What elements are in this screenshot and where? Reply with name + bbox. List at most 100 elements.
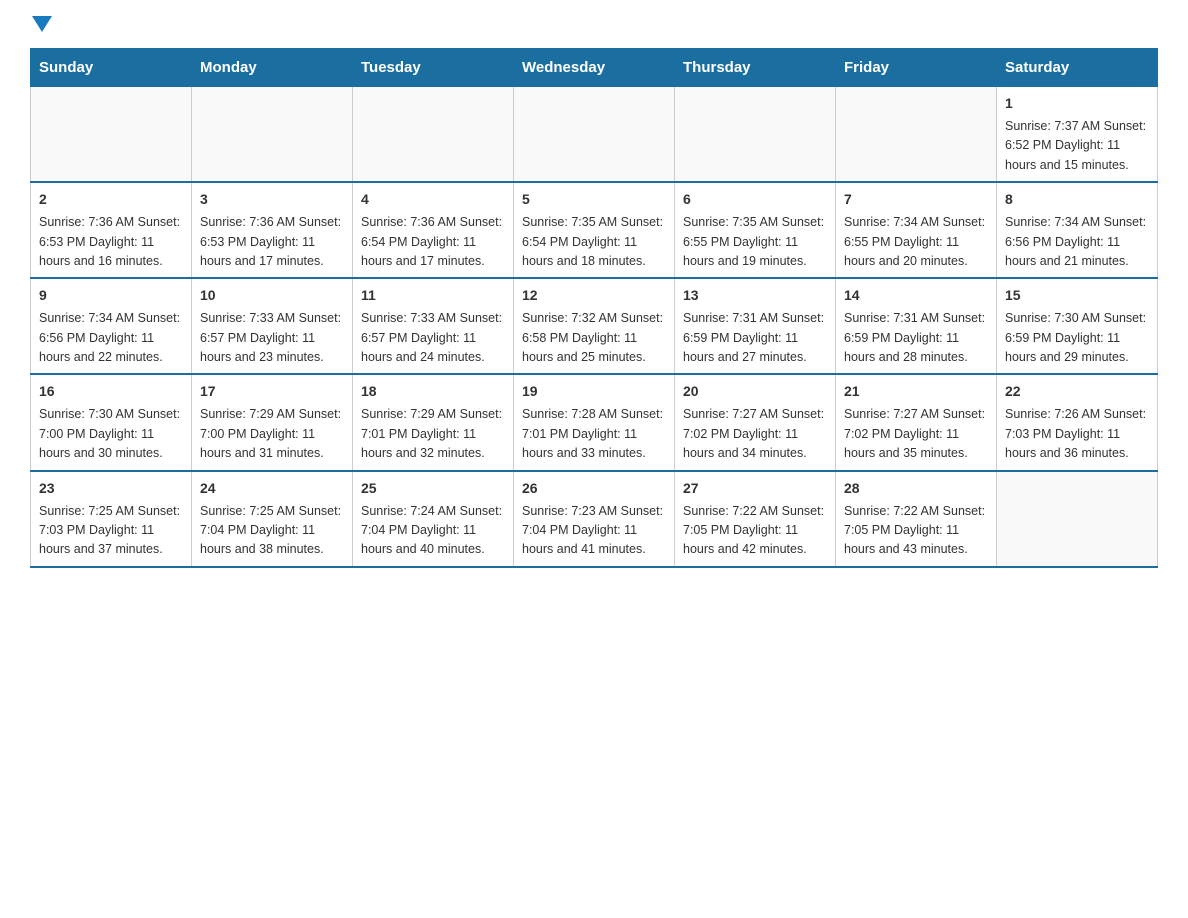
calendar-cell <box>31 87 192 183</box>
day-number: 22 <box>1005 381 1149 402</box>
calendar-cell: 1 Sunrise: 7:37 AM Sunset: 6:52 PM Daylig… <box>997 87 1158 183</box>
week-row-2: 9 Sunrise: 7:34 AM Sunset: 6:56 PM Daylig… <box>31 278 1158 374</box>
day-number: 4 <box>361 189 505 210</box>
day-number: 19 <box>522 381 666 402</box>
calendar-cell: 4 Sunrise: 7:36 AM Sunset: 6:54 PM Daylig… <box>353 182 514 278</box>
day-info: Sunrise: 7:27 AM Sunset: 7:02 PM Dayligh… <box>844 405 988 463</box>
day-number: 10 <box>200 285 344 306</box>
calendar-cell: 22 Sunrise: 7:26 AM Sunset: 7:03 PM Dayli… <box>997 374 1158 470</box>
day-info: Sunrise: 7:33 AM Sunset: 6:57 PM Dayligh… <box>361 309 505 367</box>
calendar-cell: 19Sunrise: 7:28 AM Sunset: 7:01 PM Dayli… <box>514 374 675 470</box>
day-number: 12 <box>522 285 666 306</box>
day-info: Sunrise: 7:34 AM Sunset: 6:56 PM Dayligh… <box>1005 213 1149 271</box>
day-info: Sunrise: 7:36 AM Sunset: 6:54 PM Dayligh… <box>361 213 505 271</box>
calendar-cell: 12 Sunrise: 7:32 AM Sunset: 6:58 PM Dayli… <box>514 278 675 374</box>
logo <box>30 20 58 28</box>
day-number: 9 <box>39 285 183 306</box>
day-number: 24 <box>200 478 344 499</box>
day-info: Sunrise: 7:35 AM Sunset: 6:55 PM Dayligh… <box>683 213 827 271</box>
day-number: 16 <box>39 381 183 402</box>
day-header-thursday: Thursday <box>675 49 836 87</box>
day-number: 15 <box>1005 285 1149 306</box>
day-info: Sunrise: 7:36 AM Sunset: 6:53 PM Dayligh… <box>200 213 344 271</box>
calendar-cell: 5 Sunrise: 7:35 AM Sunset: 6:54 PM Daylig… <box>514 182 675 278</box>
day-info: Sunrise: 7:31 AM Sunset: 6:59 PM Dayligh… <box>844 309 988 367</box>
calendar-cell <box>192 87 353 183</box>
calendar-cell: 7 Sunrise: 7:34 AM Sunset: 6:55 PM Daylig… <box>836 182 997 278</box>
day-number: 7 <box>844 189 988 210</box>
calendar-cell: 13 Sunrise: 7:31 AM Sunset: 6:59 PM Dayli… <box>675 278 836 374</box>
day-info: Sunrise: 7:26 AM Sunset: 7:03 PM Dayligh… <box>1005 405 1149 463</box>
calendar-cell: 20 Sunrise: 7:27 AM Sunset: 7:02 PM Dayli… <box>675 374 836 470</box>
calendar-cell: 17 Sunrise: 7:29 AM Sunset: 7:00 PM Dayli… <box>192 374 353 470</box>
day-info: Sunrise: 7:30 AM Sunset: 6:59 PM Dayligh… <box>1005 309 1149 367</box>
logo-triangle-icon <box>32 16 52 32</box>
day-header-wednesday: Wednesday <box>514 49 675 87</box>
calendar-cell <box>997 471 1158 567</box>
day-info: Sunrise: 7:30 AM Sunset: 7:00 PM Dayligh… <box>39 405 183 463</box>
day-number: 13 <box>683 285 827 306</box>
day-info: Sunrise: 7:29 AM Sunset: 7:01 PM Dayligh… <box>361 405 505 463</box>
day-info: Sunrise: 7:31 AM Sunset: 6:59 PM Dayligh… <box>683 309 827 367</box>
day-number: 20 <box>683 381 827 402</box>
day-info: Sunrise: 7:34 AM Sunset: 6:55 PM Dayligh… <box>844 213 988 271</box>
day-info: Sunrise: 7:29 AM Sunset: 7:00 PM Dayligh… <box>200 405 344 463</box>
day-header-sunday: Sunday <box>31 49 192 87</box>
day-number: 6 <box>683 189 827 210</box>
calendar-cell: 27 Sunrise: 7:22 AM Sunset: 7:05 PM Dayli… <box>675 471 836 567</box>
day-number: 18 <box>361 381 505 402</box>
calendar-cell: 10 Sunrise: 7:33 AM Sunset: 6:57 PM Dayli… <box>192 278 353 374</box>
calendar-cell: 6 Sunrise: 7:35 AM Sunset: 6:55 PM Daylig… <box>675 182 836 278</box>
day-number: 1 <box>1005 93 1149 114</box>
day-info: Sunrise: 7:34 AM Sunset: 6:56 PM Dayligh… <box>39 309 183 367</box>
day-info: Sunrise: 7:32 AM Sunset: 6:58 PM Dayligh… <box>522 309 666 367</box>
calendar-cell: 18 Sunrise: 7:29 AM Sunset: 7:01 PM Dayli… <box>353 374 514 470</box>
calendar-cell: 9 Sunrise: 7:34 AM Sunset: 6:56 PM Daylig… <box>31 278 192 374</box>
day-number: 5 <box>522 189 666 210</box>
day-header-saturday: Saturday <box>997 49 1158 87</box>
day-number: 23 <box>39 478 183 499</box>
day-number: 2 <box>39 189 183 210</box>
calendar-cell <box>514 87 675 183</box>
day-number: 14 <box>844 285 988 306</box>
day-number: 25 <box>361 478 505 499</box>
day-info: Sunrise: 7:25 AM Sunset: 7:04 PM Dayligh… <box>200 502 344 560</box>
day-info: Sunrise: 7:37 AM Sunset: 6:52 PM Dayligh… <box>1005 117 1149 175</box>
day-info: Sunrise: 7:36 AM Sunset: 6:53 PM Dayligh… <box>39 213 183 271</box>
calendar-header: SundayMondayTuesdayWednesdayThursdayFrid… <box>31 49 1158 87</box>
week-row-0: 1 Sunrise: 7:37 AM Sunset: 6:52 PM Daylig… <box>31 87 1158 183</box>
calendar-cell: 26 Sunrise: 7:23 AM Sunset: 7:04 PM Dayli… <box>514 471 675 567</box>
calendar-body: 1 Sunrise: 7:37 AM Sunset: 6:52 PM Daylig… <box>31 87 1158 567</box>
calendar-cell: 16 Sunrise: 7:30 AM Sunset: 7:00 PM Dayli… <box>31 374 192 470</box>
day-number: 17 <box>200 381 344 402</box>
day-info: Sunrise: 7:23 AM Sunset: 7:04 PM Dayligh… <box>522 502 666 560</box>
day-info: Sunrise: 7:25 AM Sunset: 7:03 PM Dayligh… <box>39 502 183 560</box>
day-header-tuesday: Tuesday <box>353 49 514 87</box>
day-info: Sunrise: 7:22 AM Sunset: 7:05 PM Dayligh… <box>844 502 988 560</box>
calendar-cell: 3Sunrise: 7:36 AM Sunset: 6:53 PM Daylig… <box>192 182 353 278</box>
day-number: 11 <box>361 285 505 306</box>
calendar-cell: 23 Sunrise: 7:25 AM Sunset: 7:03 PM Dayli… <box>31 471 192 567</box>
calendar-cell: 25 Sunrise: 7:24 AM Sunset: 7:04 PM Dayli… <box>353 471 514 567</box>
day-number: 27 <box>683 478 827 499</box>
week-row-3: 16 Sunrise: 7:30 AM Sunset: 7:00 PM Dayli… <box>31 374 1158 470</box>
calendar-cell: 24 Sunrise: 7:25 AM Sunset: 7:04 PM Dayli… <box>192 471 353 567</box>
calendar-cell <box>353 87 514 183</box>
day-info: Sunrise: 7:24 AM Sunset: 7:04 PM Dayligh… <box>361 502 505 560</box>
day-info: Sunrise: 7:33 AM Sunset: 6:57 PM Dayligh… <box>200 309 344 367</box>
day-info: Sunrise: 7:22 AM Sunset: 7:05 PM Dayligh… <box>683 502 827 560</box>
calendar-cell: 2 Sunrise: 7:36 AM Sunset: 6:53 PM Daylig… <box>31 182 192 278</box>
calendar-cell: 11 Sunrise: 7:33 AM Sunset: 6:57 PM Dayli… <box>353 278 514 374</box>
calendar-cell <box>675 87 836 183</box>
calendar-cell: 28Sunrise: 7:22 AM Sunset: 7:05 PM Dayli… <box>836 471 997 567</box>
day-header-monday: Monday <box>192 49 353 87</box>
calendar-cell <box>836 87 997 183</box>
day-number: 8 <box>1005 189 1149 210</box>
calendar-cell: 14 Sunrise: 7:31 AM Sunset: 6:59 PM Dayli… <box>836 278 997 374</box>
day-number: 26 <box>522 478 666 499</box>
day-info: Sunrise: 7:27 AM Sunset: 7:02 PM Dayligh… <box>683 405 827 463</box>
calendar-table: SundayMondayTuesdayWednesdayThursdayFrid… <box>30 48 1158 568</box>
week-row-1: 2 Sunrise: 7:36 AM Sunset: 6:53 PM Daylig… <box>31 182 1158 278</box>
day-info: Sunrise: 7:35 AM Sunset: 6:54 PM Dayligh… <box>522 213 666 271</box>
day-header-friday: Friday <box>836 49 997 87</box>
